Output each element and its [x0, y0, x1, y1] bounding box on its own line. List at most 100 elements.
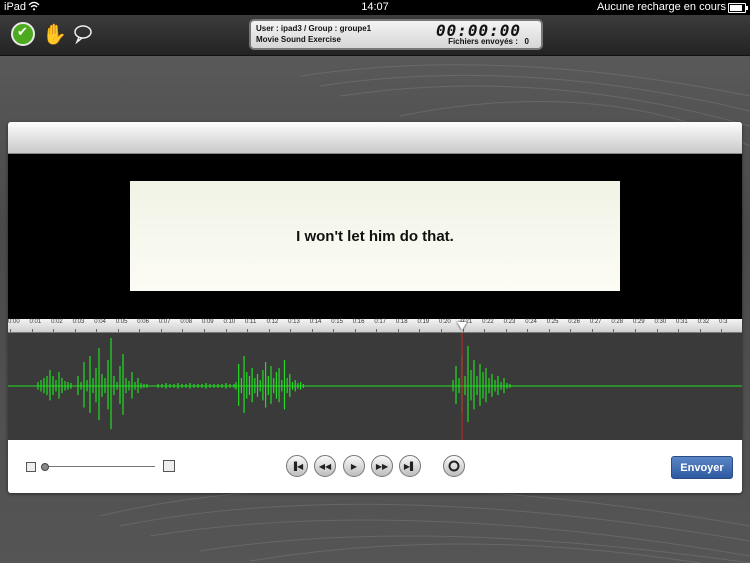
timeline-tick-label: 0:17 — [374, 319, 387, 325]
timeline-tick-label: 0:25 — [546, 319, 559, 325]
timeline-tick — [678, 329, 680, 332]
waveform-track[interactable] — [8, 333, 742, 440]
timeline-tick — [613, 329, 615, 332]
timeline-tick-label: 0:07 — [158, 319, 171, 325]
speech-bubble-icon[interactable] — [71, 22, 95, 46]
skip-to-start-button[interactable]: ▐◀ — [286, 455, 308, 477]
timeline-tick-label: 0:02 — [51, 319, 63, 325]
toolbar: ✋ User : ipad3 / Group : groupe1 Movie S… — [0, 15, 750, 56]
timeline-tick — [117, 329, 119, 332]
timeline-tick-label: 0:00 — [8, 319, 20, 325]
timeline-tick — [182, 329, 184, 332]
user-group-label: User : ipad3 / Group : groupe1 — [256, 24, 372, 33]
volume-max-icon — [163, 460, 175, 472]
timeline-tick — [419, 329, 421, 332]
volume-slider-knob[interactable] — [41, 463, 49, 471]
timeline-tick — [333, 329, 335, 332]
timeline-tick — [397, 329, 399, 332]
timeline-tick-label: 0:15 — [331, 319, 343, 325]
timeline-tick-label: 0:06 — [137, 319, 149, 325]
play-icon: ▶ — [350, 461, 358, 471]
timeline-tick — [10, 329, 11, 332]
timeline-tick — [376, 329, 378, 332]
timeline-tick — [591, 329, 593, 332]
timeline-tick — [139, 329, 141, 332]
timeline-ruler[interactable]: 0:00 0:01 0:02 0:03 0:04 0:05 0:06 0:07 0:08 0:09… — [8, 319, 742, 333]
timeline-tick — [634, 329, 636, 332]
files-sent-count: 0 — [524, 37, 529, 46]
skip-to-start-icon: ▐◀ — [290, 461, 304, 471]
waveform — [8, 333, 742, 440]
timeline-tick-label: 0:3 — [719, 319, 728, 325]
timeline-tick — [31, 329, 33, 332]
timeline-tick-label: 0:14 — [309, 319, 322, 325]
timeline-tick — [548, 329, 550, 332]
timeline-tick-label: 0:03 — [72, 319, 85, 325]
playhead-marker[interactable] — [457, 322, 467, 330]
subtitle-frame: I won't let him do that. — [130, 181, 620, 291]
timeline-tick — [505, 329, 507, 332]
timeline-tick-label: 0:10 — [223, 319, 236, 325]
timeline-tick-label: 0:23 — [503, 319, 516, 325]
timeline-tick — [225, 329, 227, 332]
timeline-tick-label: 0:31 — [676, 319, 688, 325]
timeline-tick-label: 0:04 — [94, 319, 106, 325]
exercise-title: Movie Sound Exercise — [256, 35, 341, 44]
files-sent: Fichiers envoyés : 0 — [448, 37, 529, 46]
hand-icon[interactable]: ✋ — [42, 22, 67, 46]
timeline-tick-label: 0:24 — [525, 319, 537, 325]
timeline-tick-label: 0:19 — [417, 319, 430, 325]
timeline-tick — [53, 329, 55, 332]
timeline-tick-label: 0:29 — [632, 319, 645, 325]
timeline-tick-label: 0:26 — [568, 319, 580, 325]
timeline-tick — [656, 329, 658, 332]
timeline-tick — [311, 329, 313, 332]
timeline-tick — [527, 329, 529, 332]
subtitle-text: I won't let him do that. — [296, 227, 454, 245]
volume-slider-track[interactable] — [45, 466, 155, 467]
status-bar: iPad 14:07 Aucune recharge en cours — [0, 0, 750, 15]
video-player[interactable]: I won't let him do that. — [8, 154, 742, 319]
rewind-icon: ◀◀ — [318, 461, 332, 471]
rewind-button[interactable]: ◀◀ — [314, 455, 336, 477]
timeline-tick — [721, 329, 723, 332]
volume-min-icon — [26, 462, 36, 472]
play-button[interactable]: ▶ — [343, 455, 365, 477]
timeline-tick — [570, 329, 572, 332]
timeline-tick-label: 0:16 — [352, 319, 365, 325]
record-button[interactable] — [443, 455, 465, 477]
timeline-tick — [268, 329, 270, 332]
timeline-tick-label: 0:22 — [482, 319, 494, 325]
transport-controls: ▐◀ ◀◀ ▶ ▶▶ ▶▌ Envoyer — [8, 440, 742, 493]
timeline-tick-label: 0:32 — [697, 319, 710, 325]
charging-status: Aucune recharge en cours — [596, 1, 726, 13]
timeline-tick-label: 0:08 — [180, 319, 193, 325]
timeline-tick-label: 0:13 — [288, 319, 300, 325]
timeline-tick — [96, 329, 98, 332]
timeline-tick — [484, 329, 486, 332]
send-button[interactable]: Envoyer — [671, 456, 733, 479]
skip-to-end-button[interactable]: ▶▌ — [399, 455, 421, 477]
panel-header — [8, 122, 742, 154]
timeline-tick-label: 0:09 — [201, 319, 214, 325]
timeline-tick — [441, 329, 442, 332]
timeline-tick-label: 0:12 — [266, 319, 279, 325]
session-info-panel: User : ipad3 / Group : groupe1 Movie Sou… — [249, 19, 543, 50]
timeline-tick-label: 0:01 — [29, 319, 42, 325]
exercise-panel: I won't let him do that. 0:00 0:01 0:02 0:0… — [8, 122, 742, 493]
fast-forward-button[interactable]: ▶▶ — [371, 455, 393, 477]
timeline-tick — [203, 329, 205, 332]
fast-forward-icon: ▶▶ — [375, 461, 389, 471]
skip-to-end-icon: ▶▌ — [403, 461, 417, 471]
timeline-tick — [354, 329, 356, 332]
timeline-tick-label: 0:11 — [245, 319, 257, 325]
check-icon[interactable] — [11, 22, 35, 46]
record-icon — [448, 460, 460, 472]
timeline-tick-label: 0:05 — [115, 319, 128, 325]
timeline-tick-label: 0:27 — [589, 319, 602, 325]
timeline-tick-label: 0:30 — [654, 319, 667, 325]
timeline-tick — [74, 329, 76, 332]
timeline-tick — [247, 329, 249, 332]
timeline-tick-label: 0:28 — [611, 319, 624, 325]
timeline-tick-label: 0:20 — [439, 319, 451, 325]
